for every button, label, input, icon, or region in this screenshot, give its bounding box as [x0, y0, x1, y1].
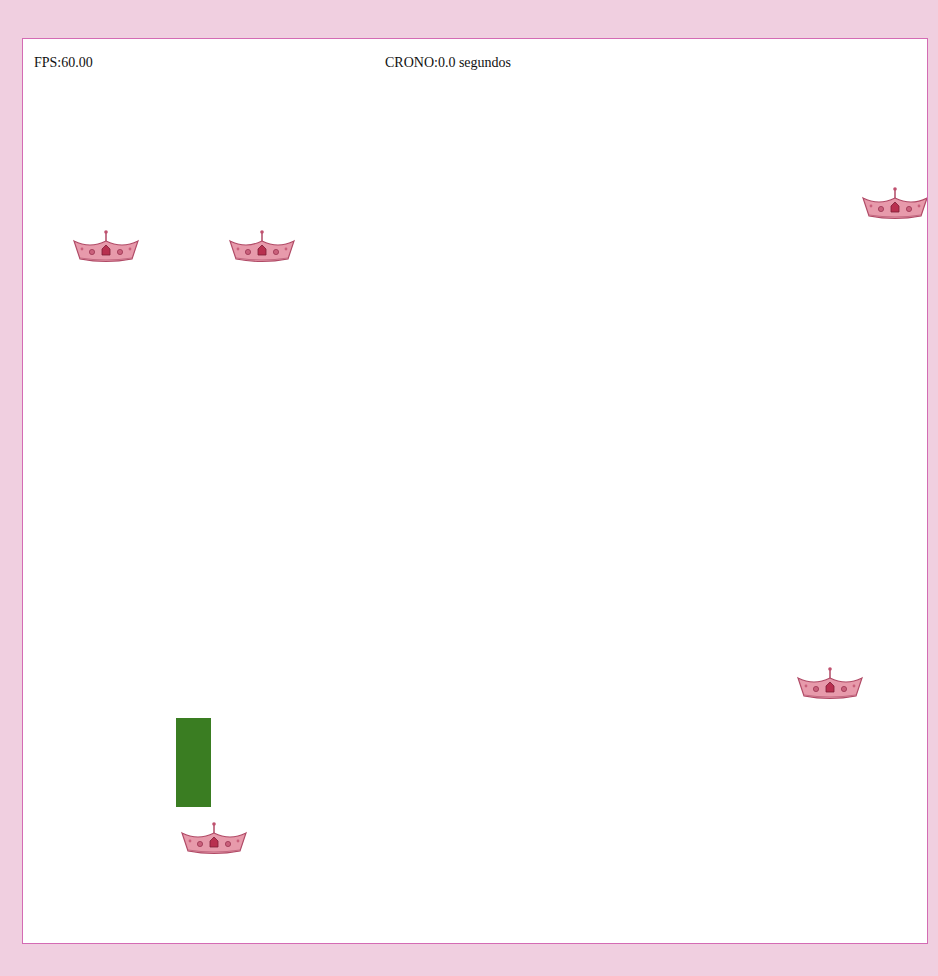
crown-sprite [180, 821, 248, 860]
crown-icon [796, 666, 864, 701]
hud: FPS:60.00CRONO:0.0 segundos [23, 39, 927, 72]
game-canvas[interactable]: FPS:60.00CRONO:0.0 segundos [22, 38, 928, 944]
crown-icon [861, 186, 928, 221]
player-paddle[interactable] [176, 718, 211, 807]
crown-icon [72, 229, 140, 264]
crown-icon [180, 821, 248, 856]
crown-sprite [228, 229, 296, 268]
crown-sprite [796, 666, 864, 705]
crown-sprite [861, 186, 928, 225]
page: FPS:60.00CRONO:0.0 segundos [0, 0, 938, 976]
fps-counter: FPS:60.00 [34, 54, 385, 72]
timer: CRONO:0.0 segundos [385, 54, 915, 72]
crown-icon [228, 229, 296, 264]
crown-sprite [72, 229, 140, 268]
